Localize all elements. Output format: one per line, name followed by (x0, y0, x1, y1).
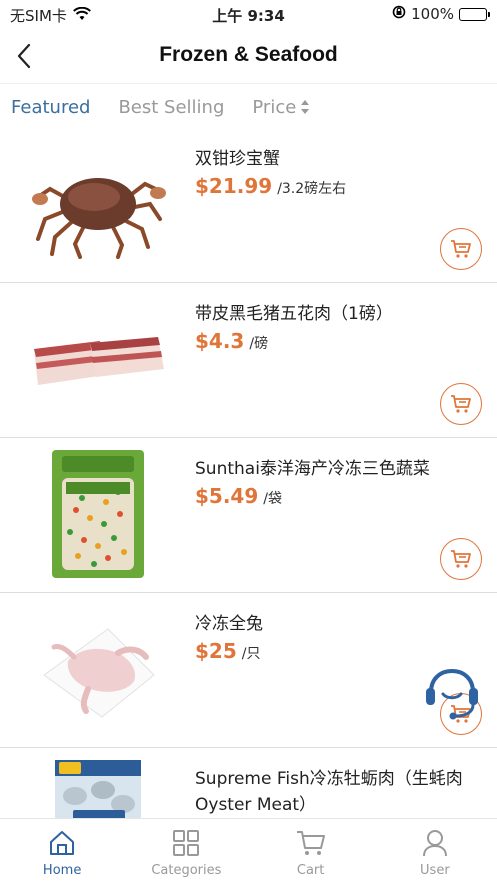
product-unit: /只 (241, 646, 261, 662)
tab-home-label: Home (42, 863, 82, 878)
status-right: 100% (392, 5, 490, 23)
add-to-cart-button[interactable] (440, 383, 482, 425)
product-name[interactable]: 带皮黑毛猪五花肉（1磅） (195, 301, 490, 327)
product-name[interactable]: 双钳珍宝蟹 (195, 146, 490, 172)
product-image-frozen-vegetables[interactable] (30, 450, 166, 578)
product-name[interactable]: Sunthai泰洋海产冷冻三色蔬菜 (195, 456, 490, 482)
product-price: $21.99 (195, 174, 273, 198)
customer-support-button[interactable] (422, 662, 482, 722)
sort-bar: Featured Best Selling Price (0, 86, 497, 128)
sort-arrows-icon (301, 100, 310, 114)
headset-icon (426, 668, 478, 720)
product-name[interactable]: Supreme Fish冷冻牡蛎肉（生蚝肉 Oyster Meat） (195, 766, 490, 818)
price-line: $21.99 /3.2磅左右 (195, 174, 346, 198)
tab-cart[interactable]: Cart (249, 819, 373, 883)
add-to-cart-button[interactable] (440, 228, 482, 270)
page-title: Frozen & Seafood (159, 43, 338, 66)
tab-home[interactable]: Home (0, 819, 124, 883)
cart-icon (451, 395, 471, 413)
product-row[interactable]: 带皮黑毛猪五花肉（1磅） $4.3 /磅 (0, 283, 497, 438)
price-line: $25 /只 (195, 639, 260, 663)
product-row[interactable]: 双钳珍宝蟹 $21.99 /3.2磅左右 (0, 128, 497, 283)
price-line: $4.3 /磅 (195, 329, 268, 353)
tab-user[interactable]: User (373, 819, 497, 883)
product-unit: /磅 (249, 336, 269, 352)
tab-categories-label: Categories (151, 863, 222, 878)
cart-icon (296, 831, 325, 855)
status-bar: 无SIM卡 上午 9:34 100% (0, 0, 497, 28)
user-icon (422, 830, 447, 857)
sort-best-selling-tab[interactable]: Best Selling (118, 97, 224, 118)
add-to-cart-button[interactable] (440, 538, 482, 580)
product-image-pork-belly[interactable] (30, 295, 166, 423)
nav-header: Frozen & Seafood (0, 28, 497, 84)
sort-price-tab[interactable]: Price (252, 97, 310, 118)
product-price: $4.3 (195, 329, 245, 353)
product-name[interactable]: 冷冻全兔 (195, 611, 490, 637)
sort-price-label: Price (252, 96, 297, 118)
cart-icon (451, 240, 471, 258)
rotation-lock-icon (392, 5, 406, 23)
grid-icon (173, 830, 200, 856)
product-image-oyster-meat[interactable] (30, 760, 166, 818)
tab-cart-label: Cart (296, 863, 325, 878)
tab-categories[interactable]: Categories (124, 819, 248, 883)
bottom-tab-bar: Home Categories Cart User (0, 818, 497, 883)
tab-user-label: User (420, 863, 450, 878)
product-unit: /袋 (263, 491, 282, 507)
product-image-rabbit[interactable] (30, 605, 166, 733)
cart-icon (451, 550, 471, 568)
home-icon (50, 831, 75, 855)
product-image-crab[interactable] (30, 140, 166, 268)
battery-icon (459, 7, 490, 21)
product-price: $5.49 (195, 484, 259, 508)
product-row[interactable]: Supreme Fish冷冻牡蛎肉（生蚝肉 Oyster Meat） (0, 748, 497, 818)
product-row[interactable]: Sunthai泰洋海产冷冻三色蔬菜 $5.49 /袋 (0, 438, 497, 593)
battery-percent: 100% (411, 5, 454, 23)
sort-featured-tab[interactable]: Featured (11, 97, 90, 118)
price-line: $5.49 /袋 (195, 484, 282, 508)
product-price: $25 (195, 639, 237, 663)
product-unit: /3.2磅左右 (277, 181, 347, 197)
